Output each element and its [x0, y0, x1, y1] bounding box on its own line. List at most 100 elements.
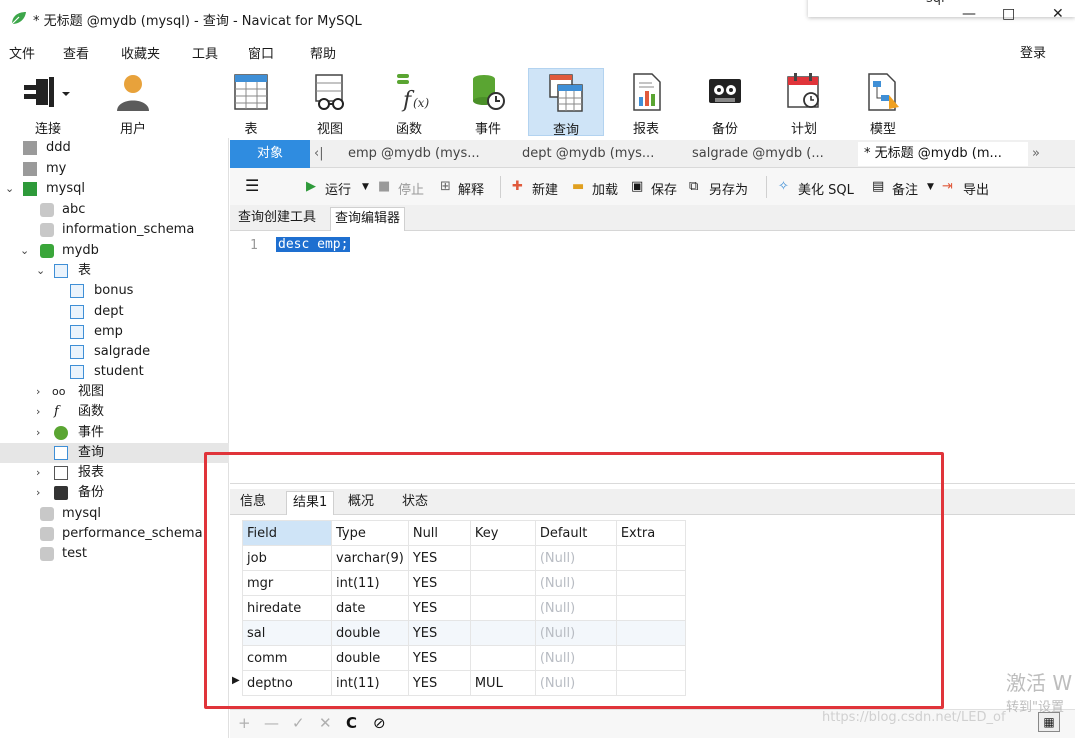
refresh-button[interactable]: C: [346, 714, 357, 732]
chevron-right-icon[interactable]: ›: [36, 463, 40, 483]
stop-query-button[interactable]: ⊘: [373, 714, 386, 732]
export-icon: ⇥: [942, 179, 953, 194]
toolbar-separator: [766, 176, 767, 198]
run-button[interactable]: 运行: [325, 179, 351, 198]
explain-button[interactable]: 解释: [458, 179, 484, 198]
tree-item-label: test: [62, 546, 87, 561]
view-icon: [315, 74, 344, 110]
stop-button[interactable]: 停止: [398, 179, 424, 198]
add-row-button[interactable]: +: [238, 714, 251, 732]
report-button[interactable]: 报表: [608, 68, 684, 137]
title-bar: * 无标题 @mydb (mysql) - 查询 - Navicat for M…: [0, 0, 1075, 38]
maximize-button[interactable]: □: [1002, 6, 1015, 22]
tree-item-label: performance_schema: [62, 526, 203, 541]
backup-label: 备份: [711, 122, 738, 137]
tree-item-label: 报表: [78, 465, 105, 480]
menu-window[interactable]: 窗口: [248, 43, 274, 62]
backup-button[interactable]: 备份: [687, 68, 763, 137]
menu-favorites[interactable]: 收藏夹: [121, 43, 160, 62]
view-icon: oo: [52, 385, 66, 398]
backup-icon: [709, 79, 741, 103]
tab-untitled-query[interactable]: * 无标题 @mydb (m...: [858, 142, 1028, 166]
tree-item-queries[interactable]: 查询: [0, 443, 229, 463]
load-button[interactable]: 加载: [592, 179, 618, 198]
tree-item-label: bonus: [94, 283, 134, 298]
tab-salgrade[interactable]: salgrade @mydb (...: [692, 142, 852, 166]
tab-emp[interactable]: emp @mydb (mys...: [348, 142, 516, 166]
calendar-icon: [787, 73, 819, 108]
folder-icon: ▬: [572, 179, 585, 194]
chevron-down-icon[interactable]: ⌄: [5, 179, 14, 199]
function-button[interactable]: f (x) 函数: [371, 68, 447, 137]
menu-icon[interactable]: ☰: [245, 176, 259, 195]
beautify-sql-button[interactable]: 美化 SQL: [798, 179, 854, 198]
tab-query-editor[interactable]: 查询编辑器: [330, 207, 406, 231]
chevron-right-icon[interactable]: ›: [36, 423, 40, 443]
menu-view[interactable]: 查看: [63, 43, 89, 62]
connect-button[interactable]: 连接: [10, 68, 86, 137]
view-button[interactable]: 视图: [292, 68, 368, 137]
table-button[interactable]: 表: [213, 68, 289, 137]
run-dropdown-icon[interactable]: ▼: [362, 182, 369, 192]
chevron-right-icon[interactable]: ›: [36, 402, 40, 422]
tabs-scroll-right-icon[interactable]: »: [1032, 142, 1050, 166]
backup-icon: [54, 486, 68, 500]
database-icon: [40, 547, 54, 561]
export-button[interactable]: 导出: [963, 179, 989, 198]
connection-icon: [23, 182, 37, 196]
event-label: 事件: [474, 122, 501, 137]
login-link[interactable]: 登录: [1020, 42, 1046, 61]
save-button[interactable]: 保存: [651, 179, 677, 198]
discard-button[interactable]: ✕: [319, 714, 332, 732]
database-icon: [40, 507, 54, 521]
tab-objects[interactable]: 对象: [230, 140, 310, 168]
tab-dept[interactable]: dept @mydb (mys...: [522, 142, 690, 166]
delete-row-button[interactable]: —: [264, 714, 279, 732]
function-icon: f: [54, 404, 59, 419]
explain-icon: ⊞: [440, 179, 451, 194]
tree-item-label: dept: [94, 304, 124, 319]
save-as-button[interactable]: 另存为: [709, 179, 748, 198]
tree-item-label: 函数: [78, 404, 105, 419]
chevron-right-icon[interactable]: ›: [36, 382, 40, 402]
sql-code-selected[interactable]: desc emp;: [276, 237, 351, 252]
table-icon: [70, 365, 84, 379]
note-dropdown-icon[interactable]: ▼: [927, 182, 934, 192]
run-icon: ▶: [306, 179, 316, 194]
table-icon: [70, 305, 84, 319]
new-query-icon: ✚: [512, 179, 523, 194]
red-highlight-box: [204, 452, 944, 709]
tree-item-label: mysql: [46, 181, 85, 196]
sql-editor[interactable]: 1 desc emp;: [230, 231, 1075, 483]
toolbar-separator: [500, 176, 501, 198]
report-icon: [54, 466, 68, 480]
tree-item-label: salgrade: [94, 344, 151, 359]
save-as-icon: ⧉: [689, 179, 699, 194]
menu-bar: 文件 查看 收藏夹 工具 窗口 帮助 登录: [0, 38, 1075, 64]
menu-file[interactable]: 文件: [9, 43, 35, 62]
menu-tools[interactable]: 工具: [192, 43, 218, 62]
chevron-down-icon[interactable]: ⌄: [20, 241, 29, 261]
event-icon: [54, 426, 68, 440]
new-button[interactable]: 新建: [532, 179, 558, 198]
editor-mode-tabs: 查询创建工具 查询编辑器: [230, 205, 1075, 231]
query-button[interactable]: 查询: [528, 68, 604, 138]
apply-button[interactable]: ✓: [292, 714, 305, 732]
tabs-scroll-left-icon[interactable]: ‹|: [314, 142, 338, 166]
tree-item-label: student: [94, 364, 144, 379]
chevron-right-icon[interactable]: ›: [36, 483, 40, 503]
minimize-button[interactable]: —: [962, 6, 976, 22]
save-icon: ▣: [631, 179, 644, 194]
plug-icon: [24, 77, 70, 107]
menu-help[interactable]: 帮助: [310, 43, 336, 62]
user-button[interactable]: 用户: [95, 68, 171, 137]
chevron-down-icon[interactable]: ⌄: [36, 261, 45, 281]
tab-query-builder[interactable]: 查询创建工具: [234, 207, 320, 231]
close-button[interactable]: ✕: [1052, 6, 1064, 22]
grid-view-icon[interactable]: ▦: [1038, 712, 1060, 732]
note-button[interactable]: 备注: [892, 179, 918, 198]
schedule-button[interactable]: 计划: [766, 68, 842, 137]
stop-icon: ■: [378, 179, 391, 194]
model-button[interactable]: 模型: [845, 68, 921, 137]
event-button[interactable]: 事件: [450, 68, 526, 137]
